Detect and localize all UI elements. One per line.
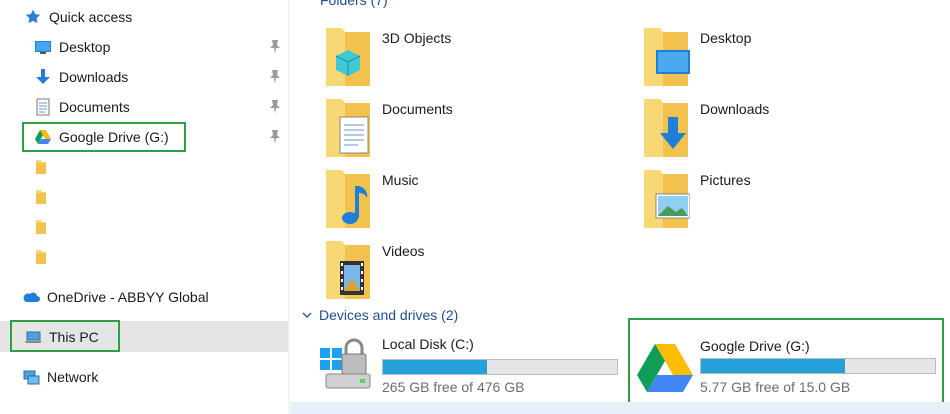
nav-label: Desktop (59, 39, 111, 55)
devices-section-header[interactable]: Devices and drives (2) (302, 307, 458, 323)
folder-desktop[interactable]: Desktop (608, 26, 908, 92)
highlight-box (628, 318, 944, 404)
nav-item-onedrive[interactable]: OneDrive - ABBYY Global (22, 284, 209, 310)
desktop-folder-icon (644, 28, 690, 86)
section-title: Devices and drives (2) (319, 307, 459, 323)
folder-documents[interactable]: Documents (290, 97, 590, 163)
folder-label: Pictures (700, 172, 751, 188)
pin-icon[interactable] (268, 129, 282, 145)
drive-name: Local Disk (C:) (382, 336, 474, 352)
drive-usage-bar (382, 359, 618, 375)
nav-item-downloads[interactable]: Downloads (34, 64, 288, 90)
drive-free-space: 265 GB free of 476 GB (382, 379, 525, 395)
highlight-box (22, 122, 186, 152)
videos-folder-icon (326, 241, 370, 299)
folder-icon[interactable] (36, 218, 46, 234)
onedrive-cloud-icon (23, 292, 40, 302)
pictures-folder-icon (644, 170, 690, 228)
drive-local-disk[interactable]: Local Disk (C:) 265 GB free of 476 GB (290, 330, 620, 400)
folder-pictures[interactable]: Pictures (608, 168, 908, 234)
nav-label: Network (47, 369, 99, 385)
downloads-folder-icon (644, 99, 688, 157)
nav-label: Documents (59, 99, 130, 115)
downloads-icon (36, 69, 50, 84)
pane-divider[interactable] (288, 0, 289, 414)
nav-item-network[interactable]: Network (22, 364, 98, 390)
folder-label: Videos (382, 243, 425, 259)
status-strip (290, 402, 950, 414)
music-folder-icon (326, 170, 370, 228)
pin-icon[interactable] (268, 39, 282, 55)
star-icon (25, 9, 41, 24)
navigation-pane: Quick access Desktop Downloads Documents… (0, 0, 288, 414)
highlight-box (10, 320, 120, 352)
chevron-down-icon (302, 312, 312, 318)
documents-icon (36, 98, 50, 116)
folders-section-header[interactable]: Folders (7) (320, 0, 388, 8)
network-icon (23, 370, 40, 385)
pin-icon[interactable] (268, 99, 282, 115)
documents-folder-icon (326, 99, 370, 157)
nav-label: Quick access (49, 9, 133, 25)
nav-item-desktop[interactable]: Desktop (34, 34, 288, 60)
nav-item-documents[interactable]: Documents (34, 94, 288, 120)
folder-label: Music (382, 172, 419, 188)
drive-usage-fill (383, 360, 487, 374)
folder-label: Downloads (700, 101, 770, 117)
folder-icon[interactable] (36, 188, 46, 204)
folder-label: 3D Objects (382, 30, 452, 46)
nav-label: OneDrive - ABBYY Global (47, 289, 209, 305)
3d-objects-folder-icon (326, 28, 370, 86)
folder-label: Documents (382, 101, 453, 117)
folder-icon[interactable] (36, 248, 46, 264)
folder-downloads[interactable]: Downloads (608, 97, 908, 163)
local-disk-icon (320, 338, 371, 389)
folder-3d-objects[interactable]: 3D Objects (290, 26, 590, 92)
folder-videos[interactable]: Videos (290, 239, 590, 305)
folder-label: Desktop (700, 30, 752, 46)
pin-icon[interactable] (268, 69, 282, 85)
desktop-icon (35, 41, 51, 54)
nav-label: Downloads (59, 69, 129, 85)
nav-quick-access[interactable]: Quick access (24, 4, 132, 30)
folder-music[interactable]: Music (290, 168, 590, 234)
folder-icon[interactable] (36, 158, 46, 174)
